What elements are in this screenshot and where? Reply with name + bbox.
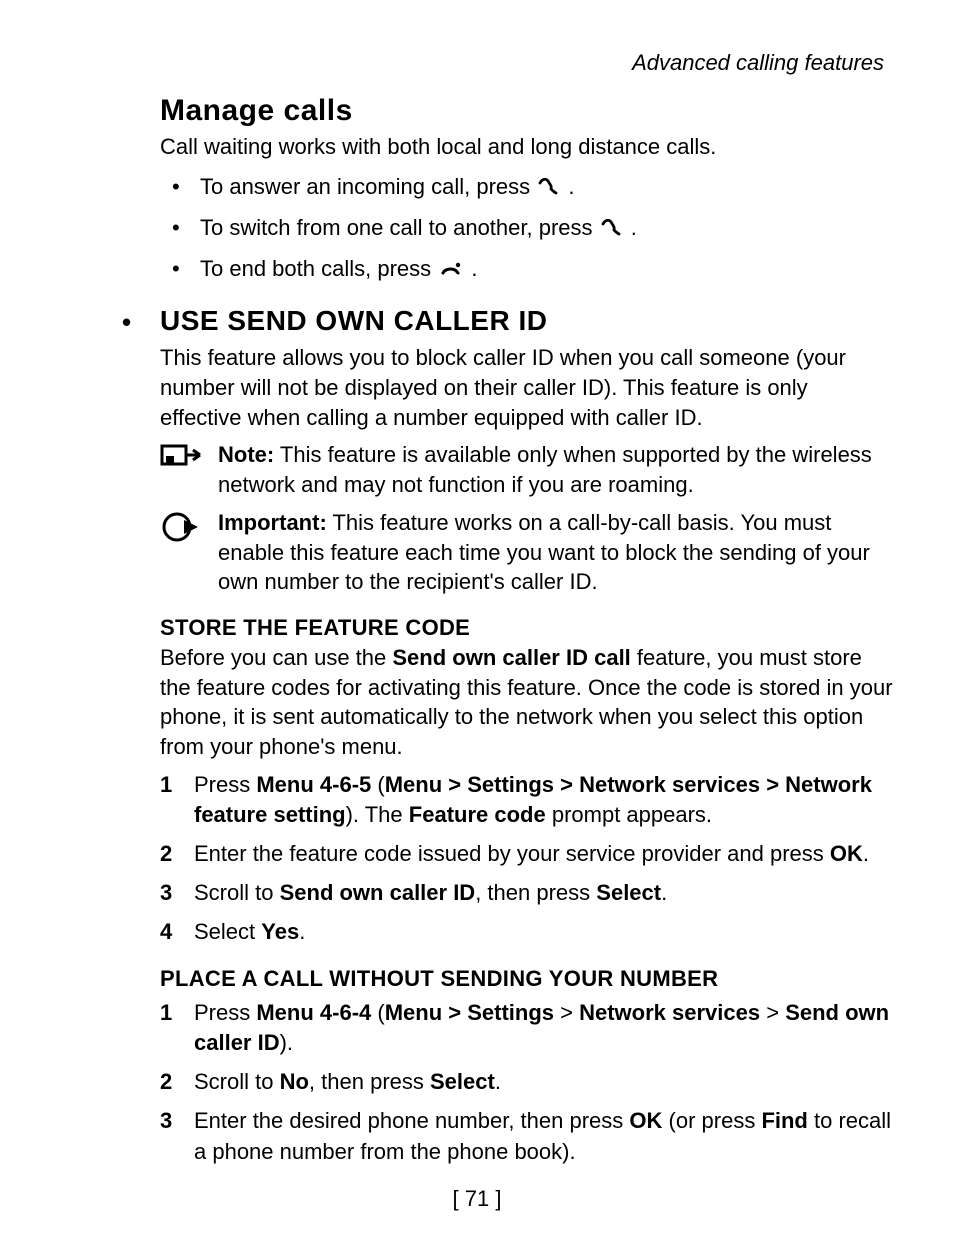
text: . [495, 1069, 501, 1094]
text: Scroll to [194, 880, 280, 905]
text: Menu 4-6-5 [256, 772, 371, 797]
step-number: 1 [160, 770, 172, 801]
heading-caller-id-row: • USE SEND OWN CALLER ID [160, 305, 894, 337]
note-callout: Note: This feature is available only whe… [160, 440, 894, 499]
heading-store-code: STORE THE FEATURE CODE [160, 615, 894, 641]
text: Enter the feature code issued by your se… [194, 841, 830, 866]
list-item: 4 Select Yes. [160, 917, 894, 948]
call-icon [538, 171, 560, 205]
text: . [568, 174, 574, 199]
important-callout: Important: This feature works on a call-… [160, 508, 894, 597]
text: . [661, 880, 667, 905]
text: Press [194, 772, 256, 797]
caller-id-intro: This feature allows you to block caller … [160, 343, 894, 432]
manage-bullet-list: To answer an incoming call, press . To s… [160, 170, 894, 288]
text: . [631, 215, 637, 240]
text: . [299, 919, 305, 944]
heading-caller-id: USE SEND OWN CALLER ID [160, 305, 894, 337]
text: No [280, 1069, 309, 1094]
text: Yes [261, 919, 299, 944]
text: ( [371, 772, 384, 797]
list-item: To answer an incoming call, press . [160, 170, 894, 205]
list-item: 3 Enter the desired phone number, then p… [160, 1106, 894, 1168]
text: Select [430, 1069, 495, 1094]
important-icon [160, 510, 204, 549]
heading-place-call: PLACE A CALL WITHOUT SENDING YOUR NUMBER [160, 966, 894, 992]
list-item: 2 Enter the feature code issued by your … [160, 839, 894, 870]
text: prompt appears. [546, 802, 712, 827]
list-item: 1 Press Menu 4-6-4 (Menu > Settings > Ne… [160, 998, 894, 1060]
important-text: Important: This feature works on a call-… [218, 508, 894, 597]
text: , then press [309, 1069, 430, 1094]
step-number: 3 [160, 1106, 172, 1137]
call-icon [601, 212, 623, 246]
text: Select [194, 919, 261, 944]
step-number: 4 [160, 917, 172, 948]
place-steps: 1 Press Menu 4-6-4 (Menu > Settings > Ne… [160, 998, 894, 1168]
store-steps: 1 Press Menu 4-6-5 (Menu > Settings > Ne… [160, 770, 894, 948]
note-icon [160, 442, 204, 477]
text: To switch from one call to another, pres… [200, 215, 599, 240]
text: To answer an incoming call, press [200, 174, 536, 199]
text: (or press [662, 1108, 761, 1133]
text: Feature code [409, 802, 546, 827]
step-number: 1 [160, 998, 172, 1029]
heading-manage-calls: Manage calls [160, 94, 894, 128]
text: ). [280, 1030, 293, 1055]
list-item: To end both calls, press . [160, 252, 894, 287]
text: Menu 4-6-4 [256, 1000, 371, 1025]
page-number: [ 71 ] [0, 1186, 954, 1212]
note-label: Note: [218, 442, 274, 467]
text: OK [629, 1108, 662, 1133]
section-bullet-icon: • [122, 307, 131, 338]
manage-intro: Call waiting works with both local and l… [160, 132, 894, 162]
text: ( [371, 1000, 384, 1025]
list-item: 3 Scroll to Send own caller ID, then pre… [160, 878, 894, 909]
text: Scroll to [194, 1069, 280, 1094]
text: , then press [475, 880, 596, 905]
text: Before you can use the [160, 645, 392, 670]
list-item: 1 Press Menu 4-6-5 (Menu > Settings > Ne… [160, 770, 894, 832]
document-page: Advanced calling features Manage calls C… [0, 0, 954, 1248]
text: . [863, 841, 869, 866]
step-number: 2 [160, 1067, 172, 1098]
store-intro: Before you can use the Send own caller I… [160, 643, 894, 762]
note-text: Note: This feature is available only whe… [218, 440, 894, 499]
text: OK [830, 841, 863, 866]
important-label: Important: [218, 510, 327, 535]
text: Enter the desired phone number, then pre… [194, 1108, 629, 1133]
text: Menu > Settings [385, 1000, 554, 1025]
text: To end both calls, press [200, 256, 437, 281]
note-body: This feature is available only when supp… [218, 442, 872, 497]
text: Press [194, 1000, 256, 1025]
text: Send own caller ID [280, 880, 476, 905]
text: > [760, 1000, 785, 1025]
end-call-icon [439, 253, 463, 287]
list-item: 2 Scroll to No, then press Select. [160, 1067, 894, 1098]
text: > [554, 1000, 579, 1025]
text: Network services [579, 1000, 760, 1025]
text: Find [761, 1108, 807, 1133]
list-item: To switch from one call to another, pres… [160, 211, 894, 246]
text: . [471, 256, 477, 281]
content-body: Manage calls Call waiting works with bot… [60, 94, 894, 1168]
text: Send own caller ID call [392, 645, 630, 670]
step-number: 2 [160, 839, 172, 870]
text: ). The [346, 802, 409, 827]
text: Select [596, 880, 661, 905]
step-number: 3 [160, 878, 172, 909]
section-header: Advanced calling features [60, 50, 894, 76]
